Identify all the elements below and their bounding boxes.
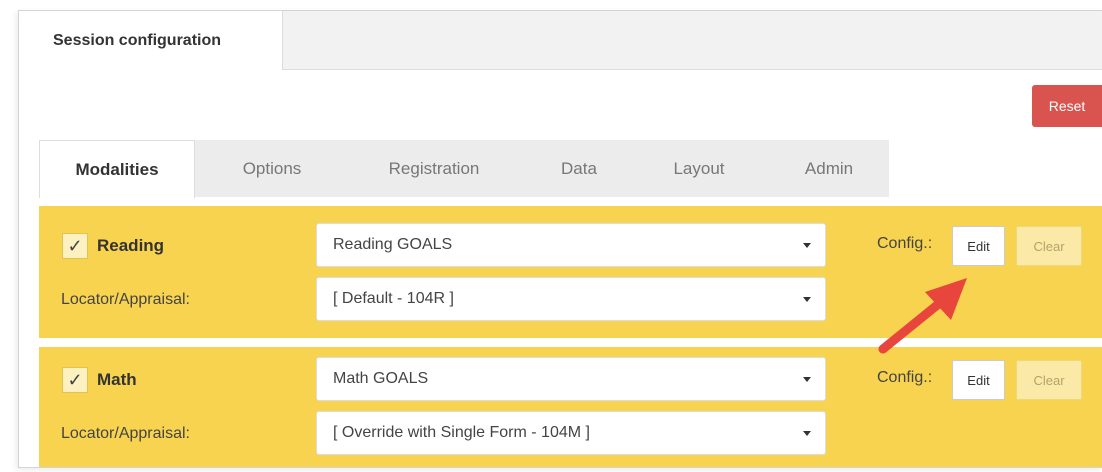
reading-clear-button[interactable]: Clear	[1016, 226, 1082, 266]
caret-down-icon	[803, 297, 811, 302]
top-tab-bar: Session configuration	[19, 11, 1102, 70]
reading-label: Reading	[97, 236, 165, 255]
tab-registration[interactable]: Registration	[359, 140, 509, 197]
math-locator-value: [ Override with Single Form - 104M ]	[333, 424, 590, 441]
checkmark-icon: ✓	[67, 235, 83, 256]
reading-goals-value: Reading GOALS	[333, 236, 453, 253]
reading-goals-select[interactable]: Reading GOALS	[316, 223, 826, 267]
reading-locator-label: Locator/Appraisal:	[61, 291, 190, 308]
reading-config-label: Config.:	[877, 235, 933, 252]
red-arrow-icon	[878, 278, 967, 354]
math-goals-value: Math GOALS	[333, 370, 429, 387]
tab-options[interactable]: Options	[215, 140, 329, 197]
math-locator-label: Locator/Appraisal:	[61, 425, 190, 442]
tab-modalities[interactable]: Modalities	[39, 140, 195, 198]
math-edit-button[interactable]: Edit	[952, 360, 1005, 400]
checkmark-icon: ✓	[67, 369, 83, 390]
reading-locator-select[interactable]: [ Default - 104R ]	[316, 277, 826, 321]
math-locator-select[interactable]: [ Override with Single Form - 104M ]	[316, 411, 826, 455]
math-clear-button[interactable]: Clear	[1016, 360, 1082, 400]
caret-down-icon	[803, 431, 811, 436]
session-config-window: Session configuration Reset Modalities O…	[18, 10, 1102, 468]
caret-down-icon	[803, 243, 811, 248]
caret-down-icon	[803, 377, 811, 382]
reset-button[interactable]: Reset	[1032, 85, 1102, 127]
tab-layout[interactable]: Layout	[649, 140, 749, 197]
math-config-label: Config.:	[877, 369, 933, 386]
math-goals-select[interactable]: Math GOALS	[316, 357, 826, 401]
modality-tab-bar: Modalities Options Registration Data Lay…	[39, 140, 889, 198]
reading-edit-button[interactable]: Edit	[952, 226, 1005, 266]
reading-checkbox[interactable]: ✓	[62, 233, 88, 259]
reading-locator-value: [ Default - 104R ]	[333, 290, 454, 307]
tab-data[interactable]: Data	[539, 140, 619, 197]
math-label: Math	[97, 370, 137, 389]
tab-session-configuration[interactable]: Session configuration	[19, 11, 283, 70]
tab-admin[interactable]: Admin	[779, 140, 879, 197]
math-checkbox[interactable]: ✓	[62, 367, 88, 393]
